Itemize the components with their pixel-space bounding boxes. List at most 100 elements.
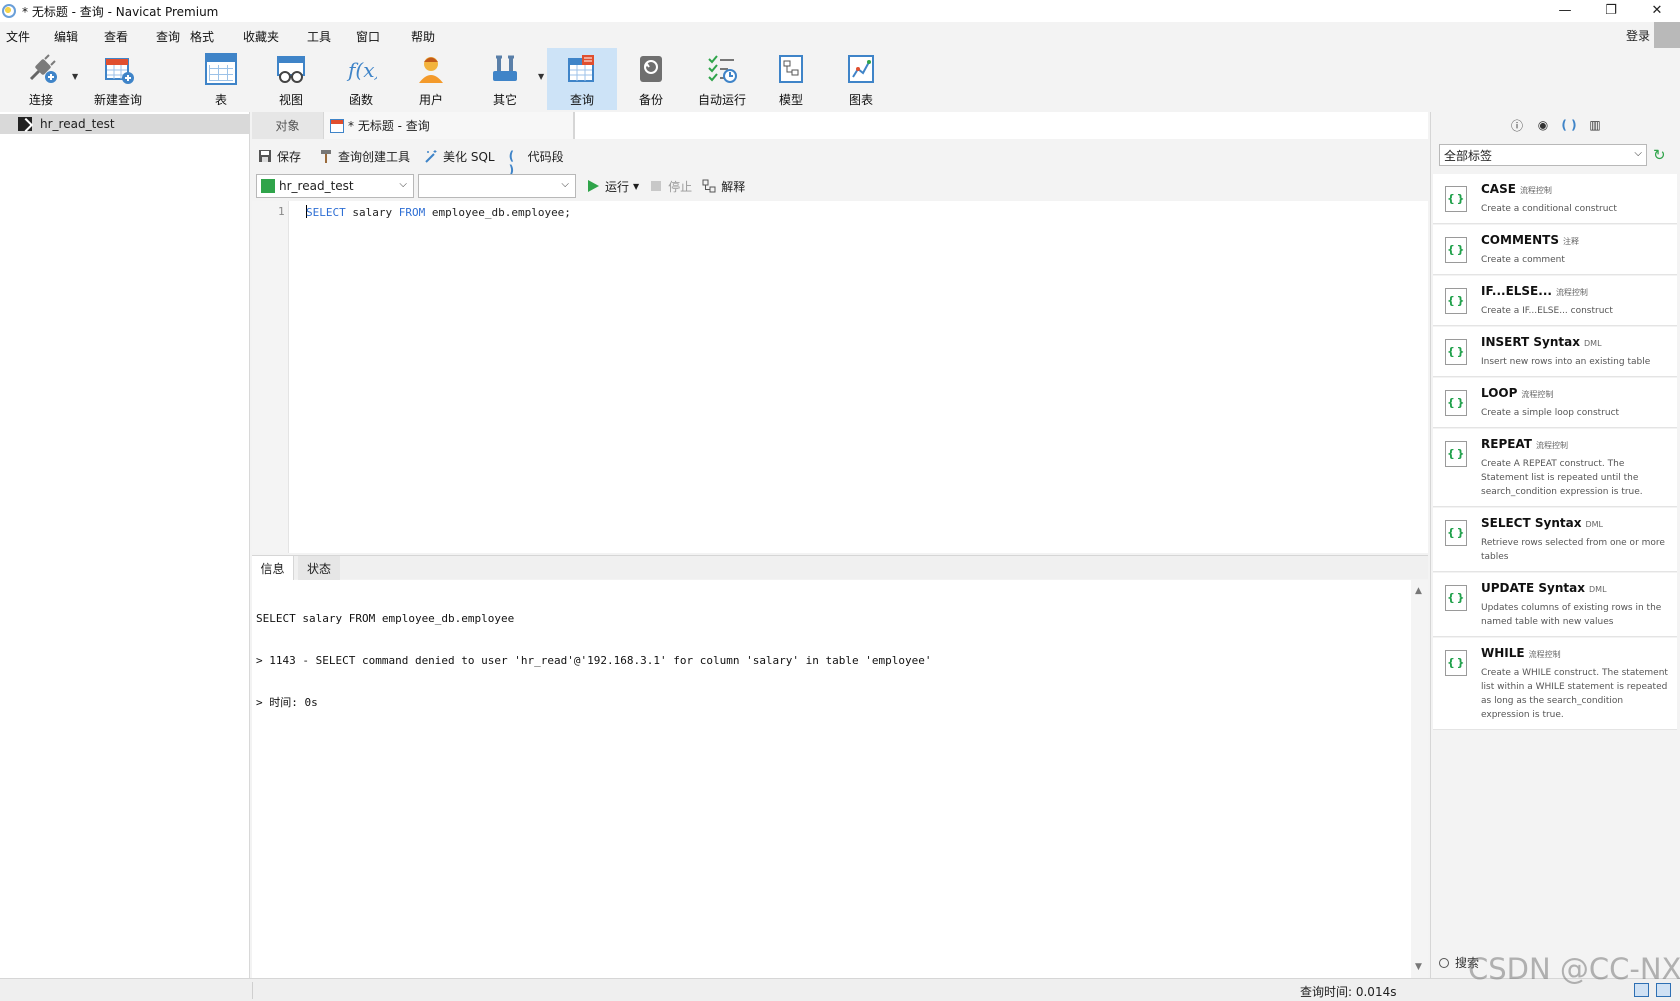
- sql-code-line[interactable]: SELECT salary FROM employee_db.employee;: [306, 205, 571, 219]
- database-select[interactable]: ⌵: [418, 174, 576, 198]
- plug-icon: [25, 53, 57, 85]
- backup-button[interactable]: 备份: [630, 48, 672, 110]
- tab-status[interactable]: 状态: [298, 556, 340, 580]
- tab-objects-label: 对象: [275, 119, 300, 133]
- navigation-pane: hr_read_test: [0, 112, 250, 978]
- snippet-panel: ⓘ ◉ ( ) ▥ 全部标签 ⌵ ↻ CASE流程控制 Create a con…: [1430, 112, 1680, 978]
- user-button[interactable]: 用户: [410, 48, 452, 110]
- snippet-item[interactable]: WHILE流程控制 Create a WHILE construct. The …: [1433, 638, 1677, 730]
- snippet-item[interactable]: SELECT SyntaxDML Retrieve rows selected …: [1433, 508, 1677, 572]
- user-avatar-icon[interactable]: [1654, 22, 1680, 48]
- menu-query[interactable]: 查询: [156, 28, 180, 45]
- menu-favorites[interactable]: 收藏夹: [243, 28, 279, 45]
- beautify-sql-button[interactable]: 美化 SQL: [424, 148, 495, 165]
- scroll-up-icon[interactable]: ▲: [1415, 586, 1422, 596]
- other-button[interactable]: 其它: [484, 48, 526, 110]
- chevron-down-icon: ⌵: [1634, 148, 1642, 159]
- tools-icon: [489, 53, 521, 85]
- tab-objects[interactable]: 对象: [252, 112, 324, 139]
- status-divider: [252, 982, 253, 999]
- main-toolbar: 连接 ▼ 新建查询 表 视图 f(x) 函数 用户 其它 ▼: [0, 48, 1680, 110]
- restore-button[interactable]: ❐: [1588, 0, 1634, 20]
- query-selector-row: hr_read_test ⌵ ⌵ 运行 ▼ 停止 解释: [256, 174, 1426, 198]
- snippet-item[interactable]: REPEAT流程控制 Create A REPEAT construct. Th…: [1433, 429, 1677, 507]
- snippet-icon: [1445, 441, 1467, 467]
- menu-window[interactable]: 窗口: [356, 28, 380, 45]
- error-message-line: > 1143 - SELECT command denied to user '…: [256, 654, 932, 667]
- refresh-icon[interactable]: ↻: [1653, 146, 1671, 164]
- query-tab-icon: [330, 118, 344, 133]
- menu-tools[interactable]: 工具: [307, 28, 331, 45]
- user-icon: [415, 53, 447, 85]
- connection-select[interactable]: hr_read_test ⌵: [256, 174, 414, 198]
- stop-icon: [649, 179, 663, 193]
- info-icon[interactable]: ⓘ: [1509, 117, 1525, 133]
- new-query-button[interactable]: 新建查询: [88, 48, 148, 110]
- watermark: CSDN @CC-NX: [1468, 952, 1680, 986]
- save-icon: [258, 149, 272, 163]
- tab-strip: 对象 * 无标题 - 查询: [252, 112, 1428, 139]
- model-button[interactable]: 模型: [770, 48, 812, 110]
- menu-help[interactable]: 帮助: [411, 28, 435, 45]
- tab-info[interactable]: 信息: [252, 556, 294, 580]
- table-icon: [205, 53, 237, 85]
- view-button[interactable]: 视图: [270, 48, 312, 110]
- connect-dropdown-icon[interactable]: ▼: [72, 72, 78, 81]
- other-dropdown-icon[interactable]: ▼: [538, 72, 544, 81]
- snippet-item[interactable]: COMMENTS注释 Create a comment: [1433, 225, 1677, 275]
- snippet-icon: [1445, 650, 1467, 676]
- code-snippet-button[interactable]: ( ) 代码段: [508, 148, 564, 177]
- snippet-item[interactable]: UPDATE SyntaxDML Updates columns of exis…: [1433, 573, 1677, 637]
- scroll-down-icon[interactable]: ▼: [1415, 962, 1422, 972]
- snippet-icon: [1445, 585, 1467, 611]
- stop-button[interactable]: 停止: [649, 178, 692, 195]
- snippet-item[interactable]: LOOP流程控制 Create a simple loop construct: [1433, 378, 1677, 428]
- braces-icon: ( ): [508, 149, 515, 177]
- snippet-icon: [1445, 288, 1467, 314]
- chart-button[interactable]: 图表: [840, 48, 882, 110]
- query-time: 查询时间: 0.014s: [1300, 985, 1397, 999]
- connection-label: hr_read_test: [40, 117, 115, 131]
- title-bar: * 无标题 - 查询 - Navicat Premium — ❐ ✕: [0, 0, 1680, 22]
- sql-editor[interactable]: 1 SELECT salary FROM employee_db.employe…: [252, 201, 1428, 553]
- backup-icon: [635, 53, 667, 85]
- query-button[interactable]: 查询: [547, 48, 617, 110]
- function-button[interactable]: f(x) 函数: [340, 48, 382, 110]
- automation-icon: [706, 53, 738, 85]
- query-builder-button[interactable]: 查询创建工具: [319, 148, 410, 165]
- menu-file[interactable]: 文件: [6, 28, 30, 45]
- connect-button[interactable]: 连接: [14, 48, 68, 110]
- chevron-down-icon: ⌵: [399, 179, 407, 190]
- connection-item-hr-read-test[interactable]: hr_read_test: [0, 114, 250, 134]
- table-button[interactable]: 表: [200, 48, 242, 110]
- vertical-scrollbar[interactable]: ▲ ▼: [1411, 580, 1428, 978]
- snippet-list: CASE流程控制 Create a conditional construct …: [1433, 174, 1677, 731]
- eye-icon[interactable]: ◉: [1535, 117, 1551, 133]
- menu-edit[interactable]: 编辑: [54, 28, 78, 45]
- menu-format[interactable]: 格式: [190, 28, 214, 45]
- menu-view[interactable]: 查看: [104, 28, 128, 45]
- automation-button[interactable]: 自动运行: [692, 48, 752, 110]
- run-button[interactable]: 运行: [586, 178, 629, 195]
- magic-wand-icon: [424, 149, 438, 163]
- explain-button[interactable]: 解释: [702, 178, 745, 195]
- snippet-tag-filter[interactable]: 全部标签 ⌵: [1439, 144, 1647, 166]
- close-button[interactable]: ✕: [1634, 0, 1680, 20]
- explain-icon: [702, 179, 716, 193]
- message-output[interactable]: SELECT salary FROM employee_db.employee …: [252, 580, 1428, 978]
- snippet-item[interactable]: CASE流程控制 Create a conditional construct: [1433, 174, 1677, 224]
- code-snippet-icon[interactable]: ( ): [1561, 117, 1577, 133]
- layout-icon[interactable]: ▥: [1587, 117, 1603, 133]
- save-button[interactable]: 保存: [258, 148, 301, 165]
- run-dropdown-icon[interactable]: ▼: [633, 182, 639, 191]
- login-link[interactable]: 登录: [1626, 27, 1650, 44]
- snippet-item[interactable]: INSERT SyntaxDML Insert new rows into an…: [1433, 327, 1677, 377]
- chart-icon: [845, 53, 877, 85]
- snippet-item[interactable]: IF...ELSE...流程控制 Create a IF...ELSE... c…: [1433, 276, 1677, 326]
- minimize-button[interactable]: —: [1542, 0, 1588, 20]
- connection-status-icon: [261, 179, 275, 193]
- navicat-logo-icon: [2, 4, 16, 18]
- tab-query-untitled[interactable]: * 无标题 - 查询: [324, 112, 574, 139]
- new-query-icon: [102, 53, 134, 85]
- sql-column: salary: [345, 206, 399, 219]
